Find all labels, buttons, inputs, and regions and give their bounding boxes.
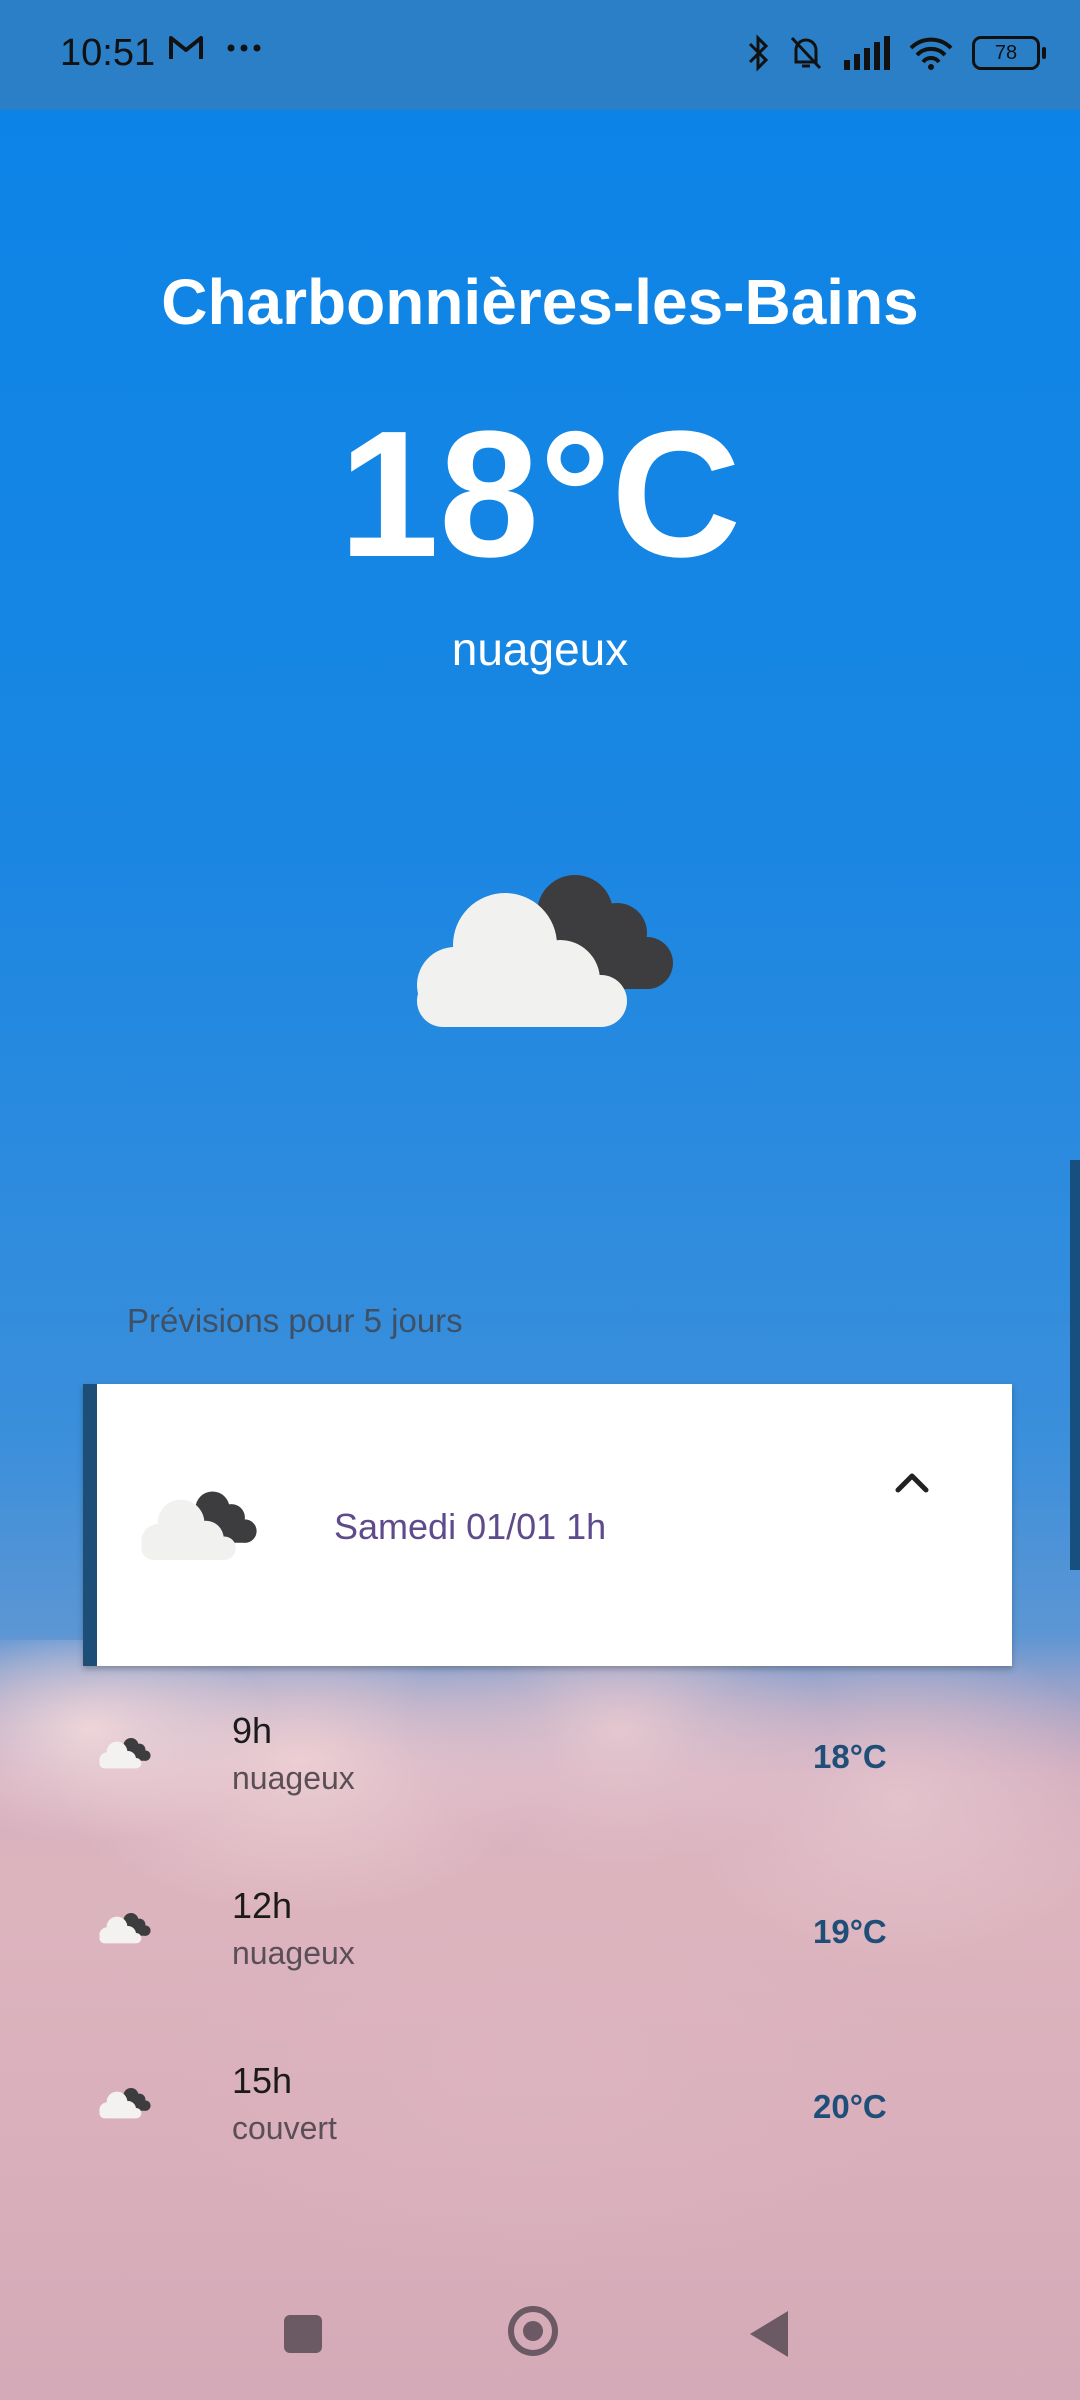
cloudy-icon — [141, 1491, 257, 1560]
cloudy-icon — [99, 1913, 151, 1944]
hourly-row: 12h nuageux 19°C — [0, 1875, 1080, 2015]
hourly-row: 9h nuageux 18°C — [0, 1700, 1080, 1840]
hour-temperature: 18°C — [813, 1738, 887, 1775]
cloudy-icon — [99, 2088, 151, 2119]
signal-icon — [844, 36, 890, 70]
hour-description: nuageux — [232, 1760, 355, 1796]
home-button[interactable] — [508, 2306, 558, 2356]
recents-button[interactable] — [284, 2315, 322, 2353]
chevron-up-icon[interactable] — [890, 1460, 934, 1504]
weather-screen: 10:51 78 Charbonnières-les-Bains 18°C nu… — [0, 0, 1080, 2400]
system-nav-bar — [0, 2290, 1080, 2400]
gmail-icon — [169, 36, 203, 59]
hour-description: nuageux — [232, 1935, 355, 1971]
forecast-day-card[interactable]: Samedi 01/01 1h — [83, 1384, 1012, 1666]
hour-time: 9h — [232, 1710, 273, 1751]
status-bar: 10:51 78 — [0, 0, 1080, 110]
hour-time: 12h — [232, 1885, 293, 1926]
current-description: nuageux — [451, 623, 629, 675]
city-name: Charbonnières-les-Bains — [161, 266, 919, 338]
cloudy-icon — [99, 1738, 151, 1769]
battery-icon: 78 — [972, 36, 1046, 70]
scrollbar[interactable] — [1070, 1160, 1080, 1570]
forecast-title: Prévisions pour 5 jours — [127, 1302, 463, 1339]
battery-level: 78 — [994, 41, 1018, 64]
hour-temperature: 19°C — [813, 1913, 887, 1950]
hour-description: couvert — [232, 2110, 337, 2146]
status-time: 10:51 — [60, 32, 156, 74]
mute-bell-icon — [790, 36, 822, 70]
current-temperature: 18°C — [338, 394, 742, 595]
hour-time: 15h — [232, 2060, 293, 2101]
more-dots-icon — [227, 44, 261, 52]
hour-temperature: 20°C — [813, 2088, 887, 2125]
back-button[interactable] — [750, 2311, 788, 2357]
bluetooth-icon — [748, 34, 769, 72]
cloudy-icon — [417, 875, 673, 1027]
wifi-icon — [909, 37, 953, 70]
hourly-row: 15h couvert 20°C — [0, 2050, 1080, 2190]
forecast-day-label: Samedi 01/01 1h — [334, 1506, 607, 1547]
